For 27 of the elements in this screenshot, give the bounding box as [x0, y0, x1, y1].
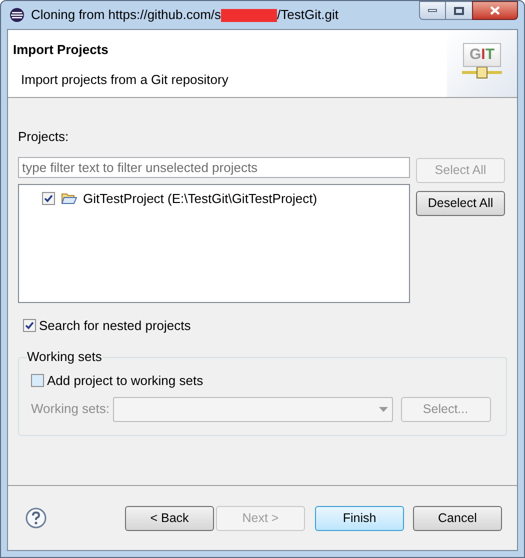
project-checkbox[interactable] — [42, 192, 55, 205]
caret-icon — [378, 406, 388, 412]
working-sets-label: Working sets: — [31, 400, 110, 418]
folder-icon — [61, 192, 77, 205]
help-icon[interactable] — [25, 507, 47, 529]
projects-label: Projects: — [18, 128, 70, 146]
pipeline-icon — [462, 67, 502, 79]
dialog-button[interactable]: < Back — [125, 506, 214, 530]
filter-field[interactable]: type filter text to filter unselected projects — [18, 156, 410, 178]
dialog-button[interactable]: Cancel — [413, 506, 502, 530]
maximize-button[interactable] — [446, 1, 472, 20]
group-title: Working sets — [27, 349, 102, 364]
window-title: /TestGit.git — [277, 6, 338, 24]
page-title: Import Projects — [13, 41, 110, 59]
window-title: Cloning from https://github.com/s — [31, 6, 222, 24]
nested-checkbox[interactable] — [23, 318, 36, 332]
page-description: Import projects from a Git repository — [20, 70, 230, 89]
git-logo: GIT — [463, 43, 501, 67]
close-icon — [490, 6, 500, 15]
close-button[interactable] — [472, 1, 518, 20]
minimize-button[interactable] — [419, 1, 446, 20]
dialog-button[interactable]: Finish — [315, 506, 404, 530]
app-icon — [9, 7, 25, 23]
checkbox-label: Add project to working sets — [47, 372, 204, 390]
dialog-button[interactable]: Deselect All — [416, 190, 505, 216]
project-name[interactable]: GitTestProject (E:\TestGit\GitTestProject) — [83, 188, 318, 208]
checkbox-label: Search for nested projects — [39, 316, 191, 335]
